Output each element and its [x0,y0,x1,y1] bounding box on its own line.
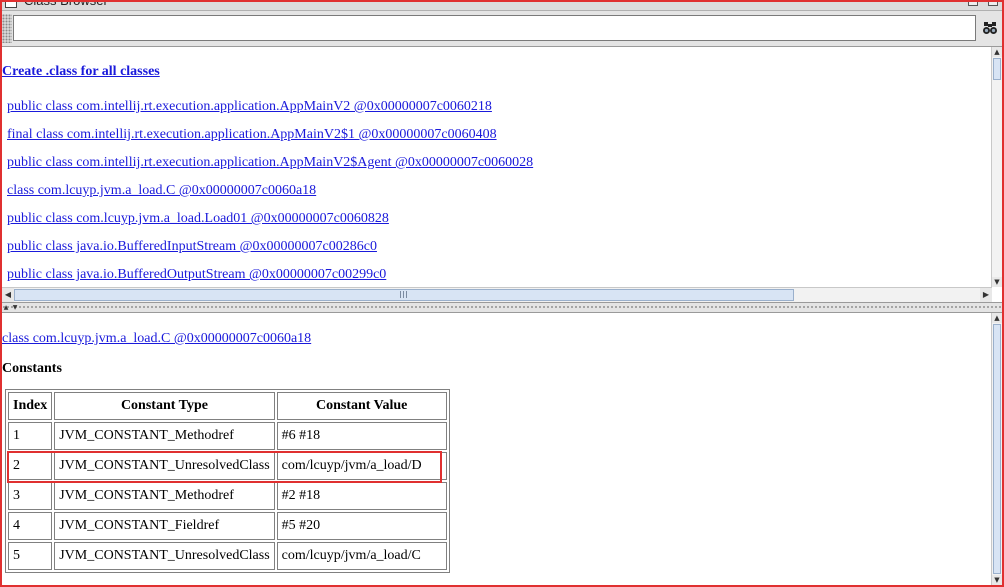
cell-value: #6 #18 [276,422,447,450]
selected-class-link[interactable]: class com.lcuyp.jvm.a_load.C @0x00000007… [2,331,311,347]
window-icon [5,0,17,8]
scroll-down-icon[interactable]: ▼ [992,277,1002,287]
class-link[interactable]: class com.lcuyp.jvm.a_load.C @0x00000007… [7,183,316,199]
class-list: Create .class for all classes public cla… [2,47,992,287]
search-input[interactable] [13,15,976,41]
class-list-horizontal-scrollbar[interactable]: ◀ ▶ [2,287,992,302]
class-link[interactable]: public class java.io.BufferedInputStream… [7,239,377,255]
class-list-pane: Create .class for all classes public cla… [2,47,1002,302]
class-details-vertical-scrollbar[interactable]: ▲ ▼ [991,313,1002,585]
column-header-type: Constant Type [54,392,275,420]
scroll-up-icon[interactable]: ▲ [992,313,1002,323]
collapse-up-icon[interactable]: ▲ [2,303,10,312]
table-row: 2 JVM_CONSTANT_UnresolvedClass com/lcuyp… [8,452,447,480]
scroll-thumb[interactable] [993,324,1001,574]
cell-index: 5 [8,542,53,570]
table-row: 3 JVM_CONSTANT_Methodref #2 #18 [8,482,447,510]
collapse-down-icon[interactable]: ▼ [11,303,19,312]
table-row: 1 JVM_CONSTANT_Methodref #6 #18 [8,422,447,450]
splitter-grip-icon [2,305,1002,310]
class-list-vertical-scrollbar[interactable]: ▲ ▼ [991,47,1002,287]
scroll-left-icon[interactable]: ◀ [2,288,14,302]
table-header-row: Index Constant Type Constant Value [8,392,447,420]
class-details: class com.lcuyp.jvm.a_load.C @0x00000007… [2,313,992,585]
class-link[interactable]: public class java.io.BufferedOutputStrea… [7,267,386,283]
column-header-index: Index [8,392,53,420]
create-class-link[interactable]: Create .class for all classes [2,64,160,80]
class-details-pane: class com.lcuyp.jvm.a_load.C @0x00000007… [2,313,1002,585]
cell-type: JVM_CONSTANT_UnresolvedClass [54,542,275,570]
cell-value: #5 #20 [276,512,447,540]
cell-value: #2 #18 [276,482,447,510]
cell-type: JVM_CONSTANT_Fieldref [54,512,275,540]
scroll-down-icon[interactable]: ▼ [992,575,1002,585]
class-link[interactable]: public class com.intellij.rt.execution.a… [7,155,533,171]
toolbar-grip-icon [2,14,12,43]
cell-type: JVM_CONSTANT_Methodref [54,422,275,450]
scroll-up-icon[interactable]: ▲ [992,47,1002,57]
table-row: 4 JVM_CONSTANT_Fieldref #5 #20 [8,512,447,540]
class-link[interactable]: final class com.intellij.rt.execution.ap… [7,127,497,143]
constants-table: Index Constant Type Constant Value 1 JVM… [5,389,450,573]
cell-type: JVM_CONSTANT_UnresolvedClass [54,452,275,480]
cell-index: 4 [8,512,53,540]
restore-button[interactable] [968,0,978,6]
constants-heading: Constants [2,361,62,376]
scroll-grip-icon [400,291,408,298]
class-link[interactable]: public class com.intellij.rt.execution.a… [7,99,492,115]
window-title: Class Browser [24,0,108,8]
title-bar: Class Browser [2,0,1002,11]
close-button[interactable] [988,0,998,6]
cell-type: JVM_CONSTANT_Methodref [54,482,275,510]
column-header-value: Constant Value [276,392,447,420]
binoculars-icon[interactable] [982,20,998,36]
pane-splitter[interactable]: ▲ ▼ [2,302,1002,313]
scroll-thumb[interactable] [993,58,1001,80]
scroll-right-icon[interactable]: ▶ [980,288,992,302]
toolbar [2,11,1002,47]
cell-value: com/lcuyp/jvm/a_load/C [276,542,447,570]
cell-value: com/lcuyp/jvm/a_load/D [276,452,447,480]
cell-index: 1 [8,422,53,450]
cell-index: 3 [8,482,53,510]
table-row: 5 JVM_CONSTANT_UnresolvedClass com/lcuyp… [8,542,447,570]
cell-index: 2 [8,452,53,480]
class-link[interactable]: public class com.lcuyp.jvm.a_load.Load01… [7,211,389,227]
